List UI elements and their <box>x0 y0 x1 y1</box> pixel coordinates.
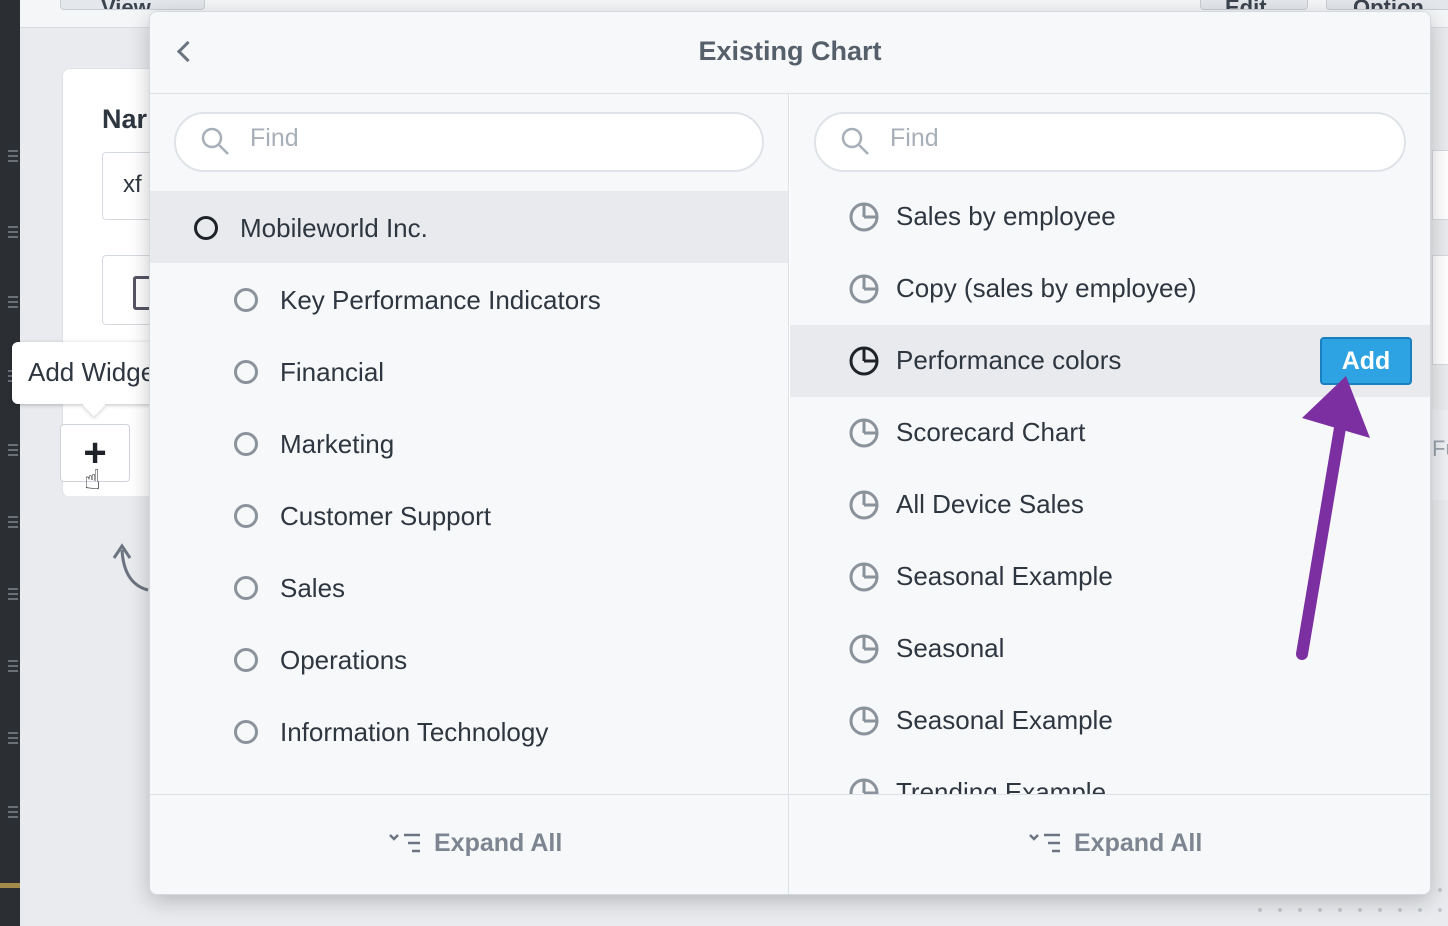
chart-pane: Sales by employee Copy (sales by employe… <box>790 94 1430 794</box>
expand-all-icon <box>1029 833 1060 853</box>
chart-label: All Device Sales <box>896 489 1084 519</box>
right-edge-label: Fu <box>1432 410 1448 500</box>
radio-icon <box>194 216 218 240</box>
folder-label: Customer Support <box>280 501 491 531</box>
pie-chart-icon <box>849 202 879 232</box>
pie-chart-icon <box>849 490 879 520</box>
chart-item-selected[interactable]: Performance colors Add <box>790 325 1430 397</box>
existing-chart-dialog: Existing Chart Mobileworld Inc. Key Perf… <box>149 11 1431 895</box>
tab-edit[interactable]: Edit <box>1200 0 1308 10</box>
undo-arrow-icon[interactable] <box>112 540 152 600</box>
chart-item[interactable]: Trending Example <box>790 757 1430 794</box>
chart-label: Sales by employee <box>896 201 1116 231</box>
radio-icon <box>234 648 258 672</box>
chart-footer: Expand All <box>790 795 1430 894</box>
radio-icon <box>234 576 258 600</box>
search-icon <box>841 127 869 155</box>
folder-label: Information Technology <box>280 717 549 747</box>
dialog-header: Existing Chart <box>150 12 1430 94</box>
pie-chart-icon <box>849 418 879 448</box>
expand-all-icon <box>389 833 420 853</box>
radio-icon <box>234 504 258 528</box>
folder-label: Financial <box>280 357 385 387</box>
chart-item[interactable]: Seasonal Example <box>790 685 1430 757</box>
radio-icon <box>234 720 258 744</box>
left-dark-strip <box>0 0 20 926</box>
folder-item[interactable]: Key Performance Indicators <box>150 263 788 335</box>
folder-item[interactable]: Marketing <box>150 407 788 479</box>
radio-icon <box>234 432 258 456</box>
pie-chart-icon <box>849 634 879 664</box>
chart-label: Performance colors <box>896 345 1122 375</box>
tab-view[interactable]: View <box>60 0 205 10</box>
chart-item[interactable]: Copy (sales by employee) <box>790 253 1430 325</box>
folder-label: Marketing <box>280 429 395 459</box>
search-icon <box>201 127 229 155</box>
right-edge-field-2 <box>1432 255 1448 365</box>
pie-chart-icon <box>849 778 879 794</box>
folder-label: Sales <box>280 573 346 603</box>
folder-item[interactable]: Sales <box>150 551 788 623</box>
chart-item[interactable]: Seasonal <box>790 613 1430 685</box>
chart-search[interactable] <box>814 112 1406 172</box>
dialog-title: Existing Chart <box>698 36 882 66</box>
chart-label: Trending Example <box>896 777 1107 794</box>
folder-search[interactable] <box>174 112 764 172</box>
folder-footer: Expand All <box>150 795 789 894</box>
dialog-footer: Expand All Expand All <box>150 794 1430 894</box>
name-label: Nar <box>102 104 148 134</box>
radio-icon <box>234 288 258 312</box>
right-edge-field <box>1432 150 1448 220</box>
chart-item[interactable]: All Device Sales <box>790 469 1430 541</box>
chart-item[interactable]: Scorecard Chart <box>790 397 1430 469</box>
chart-label: Seasonal <box>896 633 1005 663</box>
chart-label: Scorecard Chart <box>896 417 1086 447</box>
chart-item[interactable]: Seasonal Example <box>790 541 1430 613</box>
folder-item[interactable]: Information Technology <box>150 695 788 767</box>
folder-pane: Mobileworld Inc. Key Performance Indicat… <box>150 94 789 794</box>
folder-item[interactable]: Financial <box>150 335 788 407</box>
folder-item[interactable]: Customer Support <box>150 479 788 551</box>
chart-label: Seasonal Example <box>896 705 1113 735</box>
pie-chart-icon <box>849 706 879 736</box>
chart-search-input[interactable] <box>890 124 1350 153</box>
chart-item[interactable]: Sales by employee <box>790 181 1430 253</box>
expand-all-button[interactable]: Expand All <box>434 829 562 858</box>
folder-label: Key Performance Indicators <box>280 285 601 315</box>
pie-chart-icon <box>849 274 879 304</box>
pie-chart-icon <box>849 346 879 376</box>
chart-label: Copy (sales by employee) <box>896 273 1197 303</box>
add-chart-button[interactable]: Add <box>1320 337 1412 385</box>
folder-label: Operations <box>280 645 408 675</box>
radio-icon <box>234 360 258 384</box>
pie-chart-icon <box>849 562 879 592</box>
tab-option[interactable]: Option <box>1326 0 1448 10</box>
expand-all-button[interactable]: Expand All <box>1074 829 1202 858</box>
chart-label: Seasonal Example <box>896 561 1113 591</box>
folder-label: Mobileworld Inc. <box>240 213 428 243</box>
hand-cursor-icon: ☝ <box>84 464 102 495</box>
folder-item-root[interactable]: Mobileworld Inc. <box>150 191 788 263</box>
folder-item[interactable]: Operations <box>150 623 788 695</box>
folder-search-input[interactable] <box>250 124 710 153</box>
